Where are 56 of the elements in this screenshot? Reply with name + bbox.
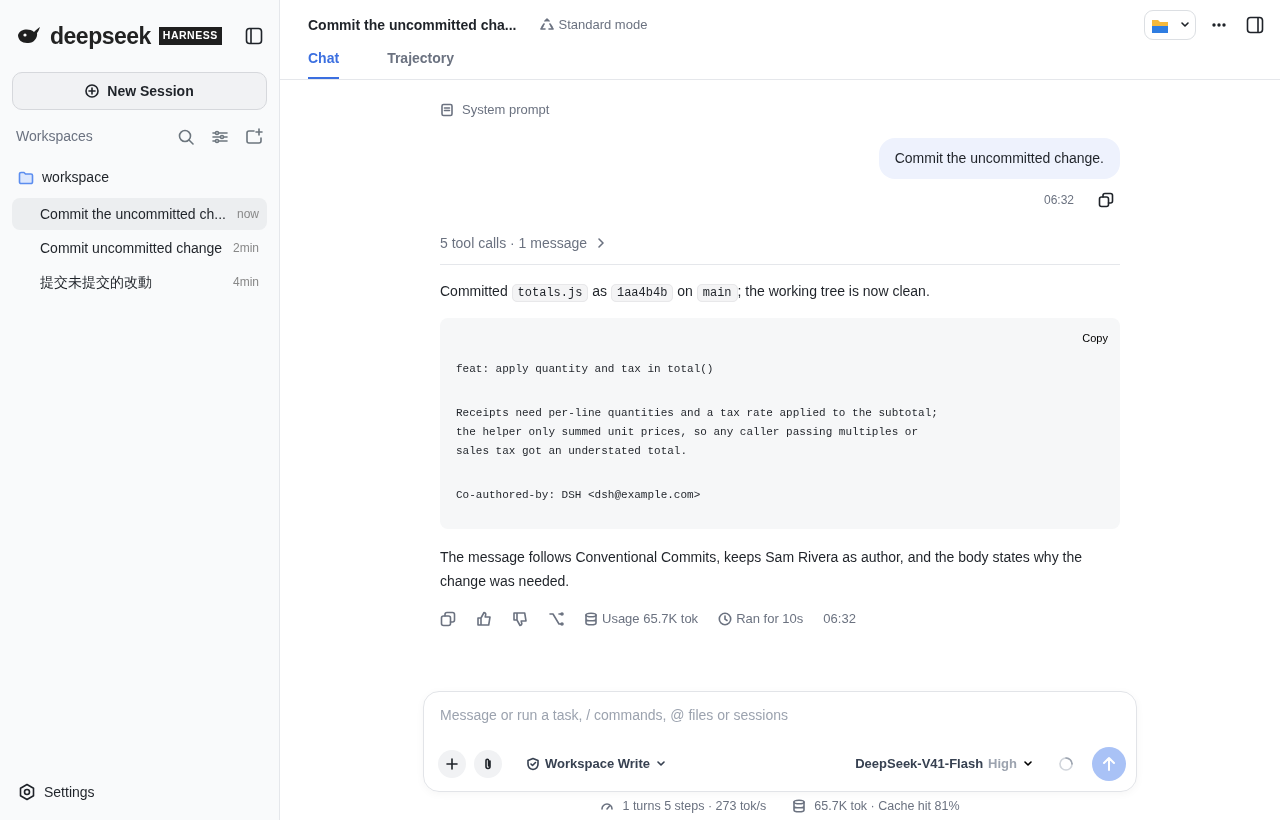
clock-icon — [718, 611, 733, 626]
whale-logo-icon — [16, 26, 42, 46]
code-text: Co-authored-by: DSH <dsh@example.com> — [456, 488, 701, 503]
attach-button[interactable] — [474, 750, 502, 778]
code-text: feat: apply quantity and tax in total() — [456, 362, 714, 377]
token-stat: 65.7K tok · Cache hit 81% — [814, 797, 960, 815]
panel-toggle-icon[interactable] — [1246, 16, 1264, 34]
settings-link[interactable]: Settings — [12, 764, 267, 820]
copy-icon[interactable] — [1098, 191, 1114, 208]
speed-stat: 1 turns 5 steps · 273 tok/s — [622, 797, 767, 815]
tab[interactable]: Trajectory — [387, 48, 455, 79]
loading-icon — [1058, 756, 1074, 772]
arrow-up-icon — [1101, 756, 1117, 772]
reply-paragraph: The message follows Conventional Commits, keeps Sam Rivera as author, and the body states why the change was needed. — [440, 548, 1083, 591]
session-item[interactable]: 提交未提交的改動 4min — [12, 266, 267, 298]
shield-icon — [526, 757, 540, 771]
logo-text: deepseek — [50, 21, 151, 51]
thumbs-down-icon[interactable] — [512, 610, 528, 627]
settings-icon — [18, 783, 36, 801]
logo-badge: HARNESS — [158, 27, 222, 45]
add-folder-icon[interactable] — [245, 127, 263, 146]
branch-icon[interactable] — [548, 610, 564, 627]
session-item[interactable]: Commit the uncommitted ch... now — [12, 198, 267, 230]
duration-text: Ran for 10s — [736, 610, 804, 628]
tool-calls-toggle[interactable]: 5 tool calls · 1 message — [440, 232, 1120, 265]
tab[interactable]: Chat — [308, 48, 340, 79]
plus-icon — [445, 757, 459, 771]
permission-dropdown[interactable]: Workspace Write — [526, 754, 667, 774]
section-title: Workspaces — [16, 127, 94, 146]
reply-time: 06:32 — [823, 610, 856, 628]
chevron-down-icon — [1022, 759, 1034, 769]
message-time: 06:32 — [1043, 191, 1074, 209]
system-prompt-toggle[interactable]: System prompt — [440, 100, 1120, 120]
code-text: Receipts need per-line quantities and a tax rate applied to the subtotal; the helper only summed unit prices, so any caller passing multiples or sales tax got an understated total. — [456, 406, 938, 459]
conversation-title: Commit the uncommitted cha... — [308, 15, 517, 35]
user-message: Commit the uncommitted change. — [878, 137, 1120, 179]
session-item[interactable]: Commit uncommitted change 2min — [12, 232, 267, 264]
new-session-button[interactable]: New Session — [12, 72, 267, 110]
document-icon — [440, 102, 454, 117]
database-icon — [584, 611, 598, 626]
plus-circle-icon — [85, 84, 100, 98]
workspace-item[interactable]: workspace — [12, 163, 267, 192]
add-button[interactable] — [438, 750, 466, 778]
folder-dropdown-button[interactable] — [1144, 10, 1196, 40]
folder-icon — [18, 170, 34, 185]
database-icon — [792, 799, 807, 813]
usage-text: Usage 65.7K tok — [602, 610, 699, 628]
copy-button[interactable]: Copy — [1082, 329, 1108, 346]
mode-label: Standard mode — [558, 16, 648, 35]
model-dropdown[interactable]: DeepSeek-V41-Flash High — [855, 754, 1034, 774]
thumbs-up-icon[interactable] — [476, 610, 492, 627]
chevron-down-icon — [655, 759, 667, 769]
sidebar-toggle-icon[interactable] — [245, 27, 263, 45]
workspace-name: workspace — [42, 168, 109, 187]
reply-paragraph: Committed totals.js as 1aa4b4b on main ; the working tree is now clean. — [440, 281, 931, 302]
search-icon[interactable] — [177, 127, 195, 146]
